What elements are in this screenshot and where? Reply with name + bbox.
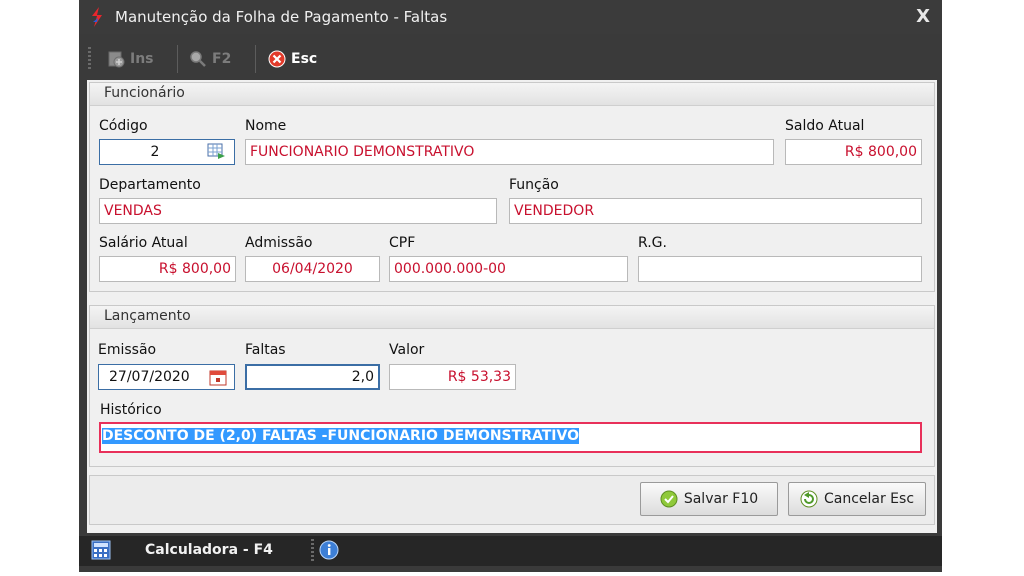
calculator-link[interactable]: Calculadora - F4 xyxy=(145,542,273,558)
lancamento-group-title: Lançamento xyxy=(104,308,191,324)
status-bar: Calculadora - F4 xyxy=(79,536,942,566)
calculator-icon[interactable] xyxy=(91,540,111,560)
toolbar-grip[interactable] xyxy=(88,47,91,71)
search-label: F2 xyxy=(212,51,232,67)
calendar-icon[interactable] xyxy=(209,369,227,386)
save-button[interactable]: Salvar F10 xyxy=(640,482,778,516)
historico-label: Histórico xyxy=(100,402,162,418)
insert-button[interactable]: Ins xyxy=(107,46,154,72)
cpf-field: 000.000.000-00 xyxy=(389,256,628,282)
admissao-field: 06/04/2020 xyxy=(245,256,380,282)
window-title: Manutenção da Folha de Pagamento - Falta… xyxy=(115,8,448,26)
cancel-label: Cancelar Esc xyxy=(823,491,915,507)
lookup-icon[interactable] xyxy=(207,143,227,161)
funcao-label: Função xyxy=(509,177,559,193)
form-area: Funcionário Código 2 Nome FUNCIONARIO DE… xyxy=(87,80,937,533)
action-bar: Salvar F10 Cancelar Esc xyxy=(89,475,935,525)
magnifier-icon xyxy=(190,51,206,67)
lancamento-group-header: Lançamento xyxy=(90,306,934,329)
exit-label: Esc xyxy=(291,51,318,67)
historico-selected-text: DESCONTO DE (2,0) FALTAS -FUNCIONARIO DE… xyxy=(102,428,579,444)
title-bar[interactable]: Manutenção da Folha de Pagamento - Falta… xyxy=(79,0,942,34)
valor-label: Valor xyxy=(389,342,425,358)
status-grip xyxy=(311,539,314,563)
save-label: Salvar F10 xyxy=(683,491,759,507)
lancamento-group: Lançamento Emissão 27/07/2020 Faltas 2,0… xyxy=(89,305,935,467)
info-icon[interactable] xyxy=(319,540,339,560)
funcionario-group-header: Funcionário xyxy=(90,83,934,106)
dialog-window: Manutenção da Folha de Pagamento - Falta… xyxy=(79,0,942,572)
funcao-field: VENDEDOR xyxy=(509,198,922,224)
exit-button[interactable]: Esc xyxy=(268,46,317,72)
emissao-label: Emissão xyxy=(98,342,157,358)
saldo-field: R$ 800,00 xyxy=(785,139,922,165)
nome-label: Nome xyxy=(245,118,287,134)
rg-field xyxy=(638,256,922,282)
cancel-icon xyxy=(268,50,286,68)
insert-label: Ins xyxy=(130,51,154,67)
cancel-button[interactable]: Cancelar Esc xyxy=(788,482,926,516)
toolbar-separator xyxy=(255,45,256,73)
valor-field: R$ 53,33 xyxy=(389,364,516,390)
check-icon xyxy=(660,490,678,508)
search-button[interactable]: F2 xyxy=(189,46,231,72)
admissao-label: Admissão xyxy=(245,235,313,251)
salario-label: Salário Atual xyxy=(99,235,188,251)
codigo-label: Código xyxy=(99,118,148,134)
nome-field: FUNCIONARIO DEMONSTRATIVO xyxy=(245,139,774,165)
close-icon[interactable]: X xyxy=(916,6,930,27)
saldo-label: Saldo Atual xyxy=(785,118,865,134)
faltas-input[interactable]: 2,0 xyxy=(245,364,380,390)
funcionario-group-title: Funcionário xyxy=(104,85,185,101)
departamento-label: Departamento xyxy=(99,177,201,193)
faltas-label: Faltas xyxy=(245,342,286,358)
toolbar-separator xyxy=(177,45,178,73)
salario-field: R$ 800,00 xyxy=(99,256,236,282)
rg-label: R.G. xyxy=(638,235,667,251)
insert-icon xyxy=(108,51,125,68)
departamento-field: VENDAS xyxy=(99,198,497,224)
historico-input[interactable]: DESCONTO DE (2,0) FALTAS -FUNCIONARIO DE… xyxy=(99,422,922,453)
funcionario-group: Funcionário Código 2 Nome FUNCIONARIO DE… xyxy=(89,82,935,292)
undo-icon xyxy=(800,490,818,508)
app-logo-icon xyxy=(92,7,102,27)
cpf-label: CPF xyxy=(389,235,416,251)
toolbar: Ins F2 Esc xyxy=(79,40,942,78)
